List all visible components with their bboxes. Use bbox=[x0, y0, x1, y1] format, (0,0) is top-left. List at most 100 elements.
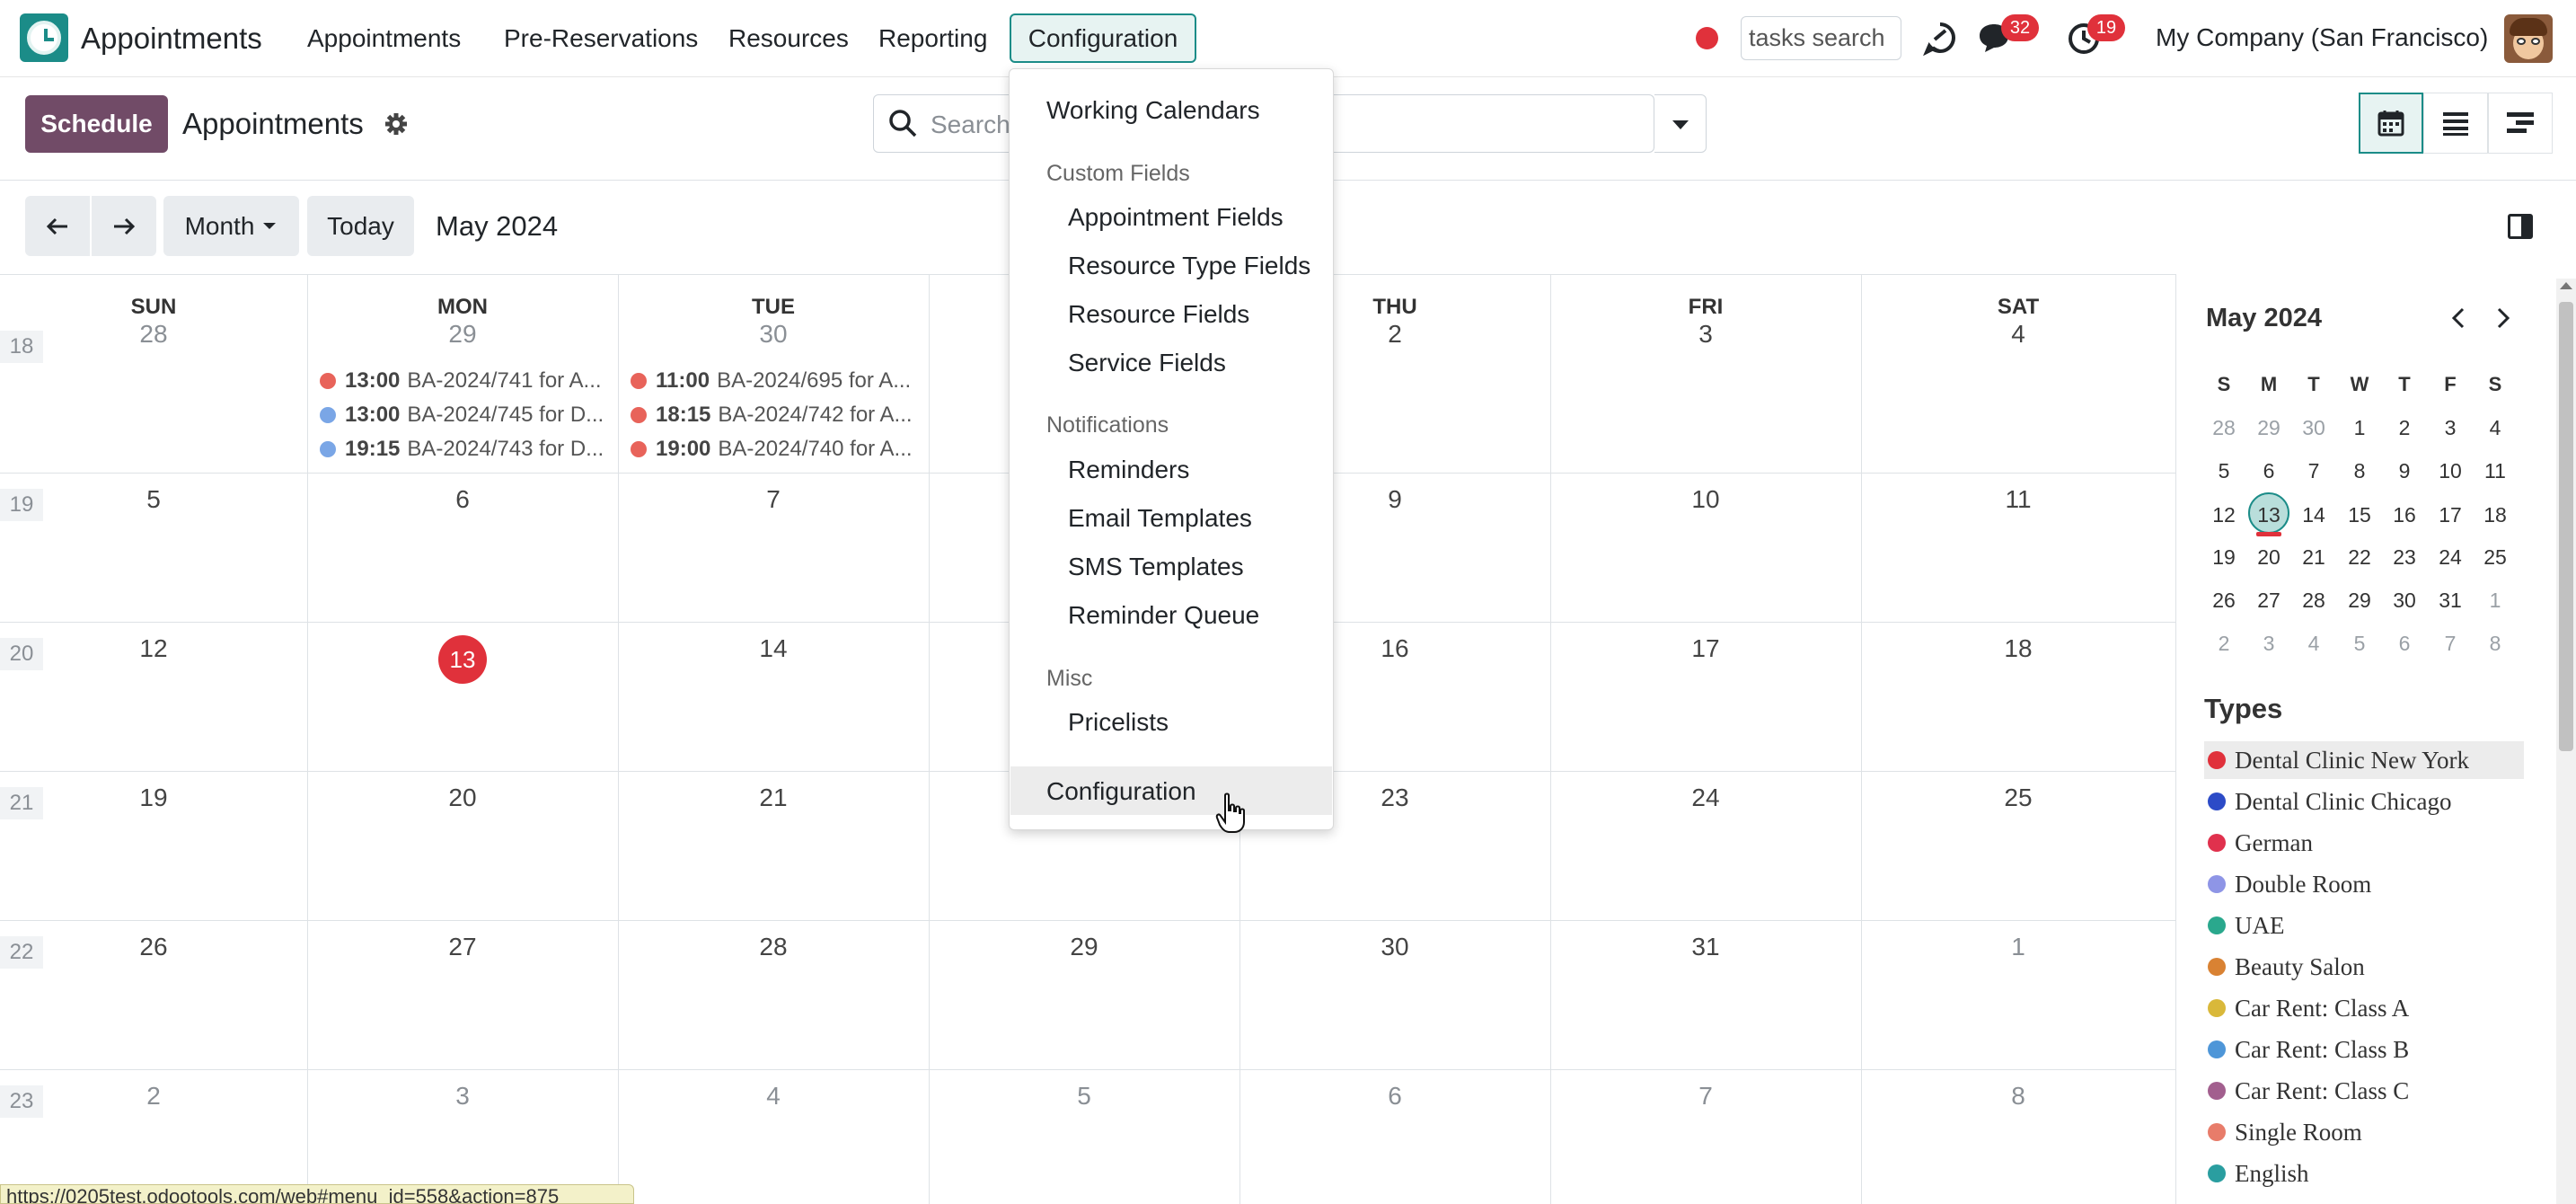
mini-prev-month-icon[interactable] bbox=[2447, 305, 2472, 331]
mini-day[interactable]: 14 bbox=[2291, 503, 2336, 527]
menu-item-email-templates[interactable]: Email Templates bbox=[1068, 504, 1252, 533]
type-filter-item[interactable]: Car Rent: Class B bbox=[2204, 1031, 2524, 1068]
menu-item-reminders[interactable]: Reminders bbox=[1068, 456, 1189, 484]
mini-day[interactable]: 4 bbox=[2473, 416, 2518, 440]
calendar-event[interactable]: 13:00 BA-2024/745 for D... bbox=[320, 399, 616, 431]
mini-day[interactable]: 24 bbox=[2428, 545, 2473, 570]
app-name[interactable]: Appointments bbox=[81, 22, 262, 56]
calendar-view-button[interactable] bbox=[2359, 93, 2423, 154]
company-switcher[interactable]: My Company (San Francisco) bbox=[2156, 23, 2488, 52]
day-number[interactable]: 24 bbox=[1550, 783, 1861, 812]
type-filter-item[interactable]: Car Rent: Class C bbox=[2204, 1072, 2524, 1110]
list-view-button[interactable] bbox=[2423, 93, 2488, 154]
day-number[interactable]: 20 bbox=[307, 783, 618, 812]
record-indicator-icon[interactable] bbox=[1696, 27, 1718, 49]
day-number[interactable]: 29 bbox=[929, 933, 1239, 961]
mini-day[interactable]: 21 bbox=[2291, 545, 2336, 570]
day-number[interactable]: 1 bbox=[1861, 933, 2175, 961]
day-number[interactable]: 6 bbox=[307, 485, 618, 514]
mini-day[interactable]: 18 bbox=[2473, 503, 2518, 527]
type-filter-item[interactable]: Beauty Salon bbox=[2204, 948, 2524, 986]
mini-day[interactable]: 6 bbox=[2382, 632, 2427, 656]
day-number[interactable]: 21 bbox=[618, 783, 929, 812]
menu-pre-reservations[interactable]: Pre-Reservations bbox=[504, 24, 698, 53]
today-date-badge[interactable]: 13 bbox=[438, 635, 487, 684]
next-button[interactable] bbox=[92, 196, 156, 256]
mini-day[interactable]: 23 bbox=[2382, 545, 2427, 570]
mini-day[interactable]: 20 bbox=[2246, 545, 2291, 570]
calendar-event[interactable]: 13:00 BA-2024/741 for A... bbox=[320, 365, 616, 397]
mini-day[interactable]: 9 bbox=[2382, 459, 2427, 483]
day-number[interactable]: 17 bbox=[1550, 634, 1861, 663]
menu-appointments[interactable]: Appointments bbox=[307, 24, 461, 53]
today-button[interactable]: Today bbox=[307, 196, 414, 256]
day-number[interactable]: 27 bbox=[307, 933, 618, 961]
schedule-button[interactable]: Schedule bbox=[25, 95, 168, 153]
menu-item-working-calendars[interactable]: Working Calendars bbox=[1046, 96, 1260, 125]
menu-item-resource-type-fields[interactable]: Resource Type Fields bbox=[1068, 252, 1310, 280]
mini-day[interactable]: 4 bbox=[2291, 632, 2336, 656]
mini-day[interactable]: 31 bbox=[2428, 589, 2473, 613]
calendar-event[interactable]: 18:15 BA-2024/742 for A... bbox=[631, 399, 927, 431]
mini-day[interactable]: 29 bbox=[2337, 589, 2382, 613]
mini-day[interactable]: 30 bbox=[2291, 416, 2336, 440]
menu-item-reminder-queue[interactable]: Reminder Queue bbox=[1068, 601, 1259, 630]
day-number[interactable]: 19 bbox=[0, 783, 307, 812]
type-filter-item[interactable]: Single Room bbox=[2204, 1113, 2524, 1151]
mini-day[interactable]: 28 bbox=[2291, 589, 2336, 613]
mini-day[interactable]: 13 bbox=[2246, 503, 2291, 527]
menu-item-service-fields[interactable]: Service Fields bbox=[1068, 349, 1226, 377]
mini-day[interactable]: 17 bbox=[2428, 503, 2473, 527]
day-number[interactable]: 7 bbox=[618, 485, 929, 514]
day-number[interactable]: 7 bbox=[1550, 1082, 1861, 1111]
mini-day[interactable]: 3 bbox=[2246, 632, 2291, 656]
day-number[interactable]: 3 bbox=[307, 1082, 618, 1111]
menu-reporting[interactable]: Reporting bbox=[878, 24, 987, 53]
menu-item-configuration[interactable]: Configuration bbox=[1046, 777, 1196, 806]
day-number[interactable]: 25 bbox=[1861, 783, 2175, 812]
mini-day[interactable]: 7 bbox=[2428, 632, 2473, 656]
day-number[interactable]: 4 bbox=[1861, 320, 2175, 349]
gear-icon[interactable] bbox=[384, 112, 408, 136]
day-number[interactable]: 29 bbox=[307, 320, 618, 349]
mini-day[interactable]: 11 bbox=[2473, 459, 2518, 483]
menu-item-sms-templates[interactable]: SMS Templates bbox=[1068, 553, 1244, 581]
day-number[interactable]: 30 bbox=[618, 320, 929, 349]
search-options-toggle[interactable] bbox=[1654, 94, 1707, 153]
mini-day[interactable]: 16 bbox=[2382, 503, 2427, 527]
day-number[interactable]: 5 bbox=[0, 485, 307, 514]
tasks-search-input[interactable] bbox=[1741, 16, 1901, 60]
mini-day[interactable]: 22 bbox=[2337, 545, 2382, 570]
menu-item-appointment-fields[interactable]: Appointment Fields bbox=[1068, 203, 1284, 232]
mini-day[interactable]: 3 bbox=[2428, 416, 2473, 440]
type-filter-item[interactable]: English bbox=[2204, 1155, 2524, 1192]
day-number[interactable]: 10 bbox=[1550, 485, 1861, 514]
day-number[interactable]: 11 bbox=[1861, 485, 2175, 514]
mini-day[interactable]: 7 bbox=[2291, 459, 2336, 483]
type-filter-item[interactable]: UAE bbox=[2204, 907, 2524, 944]
day-number[interactable]: 6 bbox=[1239, 1082, 1550, 1111]
mini-day[interactable]: 2 bbox=[2201, 632, 2246, 656]
toggle-sidebar-icon[interactable] bbox=[2508, 214, 2533, 239]
mini-day[interactable]: 1 bbox=[2473, 589, 2518, 613]
day-number[interactable]: 3 bbox=[1550, 320, 1861, 349]
mini-day[interactable]: 28 bbox=[2201, 416, 2246, 440]
mini-day[interactable]: 26 bbox=[2201, 589, 2246, 613]
mini-day[interactable]: 27 bbox=[2246, 589, 2291, 613]
discuss-icon[interactable] bbox=[1922, 20, 1958, 56]
day-number[interactable]: 28 bbox=[0, 320, 307, 349]
type-filter-item[interactable]: Double Room bbox=[2204, 865, 2524, 903]
day-number[interactable]: 2 bbox=[0, 1082, 307, 1111]
mini-day[interactable]: 2 bbox=[2382, 416, 2427, 440]
day-number[interactable]: 4 bbox=[618, 1082, 929, 1111]
day-number[interactable]: 18 bbox=[1861, 634, 2175, 663]
previous-button[interactable] bbox=[25, 196, 90, 256]
mini-day[interactable]: 29 bbox=[2246, 416, 2291, 440]
day-number[interactable]: 12 bbox=[0, 634, 307, 663]
day-number[interactable]: 8 bbox=[1861, 1082, 2175, 1111]
mini-day[interactable]: 1 bbox=[2337, 416, 2382, 440]
day-number[interactable]: 31 bbox=[1550, 933, 1861, 961]
day-number[interactable]: 30 bbox=[1239, 933, 1550, 961]
type-filter-item[interactable]: Car Rent: Class A bbox=[2204, 989, 2524, 1027]
type-filter-item[interactable]: German bbox=[2204, 824, 2524, 862]
